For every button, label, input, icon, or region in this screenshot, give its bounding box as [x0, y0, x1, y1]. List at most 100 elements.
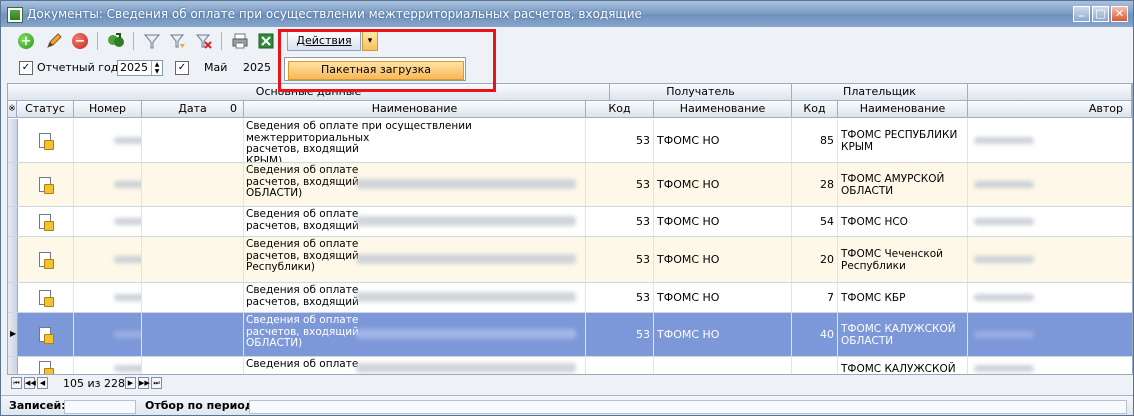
recipient-name-cell[interactable]: ТФОМС НО [654, 119, 792, 162]
table-row[interactable]: Сведения об оплате при осуществлении меж… [8, 119, 1132, 163]
payer-code-cell[interactable] [792, 357, 838, 374]
number-cell[interactable] [74, 313, 142, 356]
payer-code-cell[interactable]: 28 [792, 163, 838, 206]
payer-code-cell[interactable]: 7 [792, 283, 838, 312]
column-header-date[interactable]: Дата 0 [142, 101, 244, 118]
first-page-button[interactable]: ⏮ [11, 377, 22, 389]
table-row[interactable]: Сведения об оплате расчетов, входящий ОБЛА… [8, 163, 1132, 207]
payer-code-cell[interactable]: 54 [792, 207, 838, 236]
date-cell[interactable] [142, 283, 244, 312]
name-cell[interactable]: Сведения об оплате [244, 357, 586, 374]
year-input[interactable]: 2025 ▲ ▼ [117, 60, 163, 76]
column-header-status[interactable]: Статус [17, 101, 74, 118]
status-cell[interactable] [17, 119, 74, 162]
payer-name-cell[interactable]: ТФОМС Чеченской Республики [838, 237, 968, 282]
recipient-code-cell[interactable]: 53 [586, 163, 654, 206]
column-header-author[interactable]: Автор [968, 101, 1132, 118]
recipient-name-cell[interactable]: ТФОМС НО [654, 313, 792, 356]
table-row[interactable]: ▶ Сведения об оплате расчетов, входящий ОБЛ… [8, 313, 1132, 357]
author-cell[interactable] [968, 119, 1132, 162]
name-cell[interactable]: Сведения об оплате расчетов, входящий [244, 207, 586, 236]
status-cell[interactable] [17, 207, 74, 236]
close-button[interactable] [1111, 6, 1128, 22]
name-cell[interactable]: Сведения об оплате расчетов, входящий Респ… [244, 237, 586, 282]
number-cell[interactable] [74, 357, 142, 374]
status-cell[interactable] [17, 163, 74, 206]
status-cell[interactable] [17, 237, 74, 282]
payer-code-cell[interactable]: 40 [792, 313, 838, 356]
author-cell[interactable] [968, 237, 1132, 282]
excel-icon[interactable] [255, 30, 277, 52]
date-cell[interactable] [142, 207, 244, 236]
recipient-code-cell[interactable]: 53 [586, 119, 654, 162]
edit-icon[interactable] [43, 30, 65, 52]
table-row[interactable]: Сведения об оплате расчетов, входящий 53 ТФ… [8, 283, 1132, 313]
delete-icon[interactable]: − [69, 30, 91, 52]
name-cell[interactable]: Сведения об оплате при осуществлении меж… [244, 119, 586, 162]
name-cell[interactable]: Сведения об оплате расчетов, входящий ОБЛА… [244, 313, 586, 356]
add-icon[interactable]: + [15, 30, 37, 52]
column-header-payer-code[interactable]: Код [792, 101, 838, 118]
date-cell[interactable] [142, 119, 244, 162]
month-checkbox[interactable]: ✓ [175, 61, 189, 75]
table-row[interactable]: Сведения об оплате расчетов, входящий Респ… [8, 237, 1132, 283]
payer-code-cell[interactable]: 85 [792, 119, 838, 162]
recipient-code-cell[interactable]: 53 [586, 237, 654, 282]
next-record-button[interactable]: ▶ [125, 377, 136, 389]
date-cell[interactable] [142, 313, 244, 356]
column-header-recipient-code[interactable]: Код [586, 101, 654, 118]
number-cell[interactable] [74, 283, 142, 312]
author-cell[interactable] [968, 163, 1132, 206]
author-cell[interactable] [968, 207, 1132, 236]
column-header-number[interactable]: Номер [74, 101, 142, 118]
payer-name-cell[interactable]: ТФОМС КБР [838, 283, 968, 312]
date-cell[interactable] [142, 163, 244, 206]
name-cell[interactable]: Сведения об оплате расчетов, входящий [244, 283, 586, 312]
table-row[interactable]: Сведения об оплате расчетов, входящий 53 ТФ… [8, 207, 1132, 237]
recipient-code-cell[interactable]: 53 [586, 313, 654, 356]
payer-name-cell[interactable]: ТФОМС НСО [838, 207, 968, 236]
author-cell[interactable] [968, 283, 1132, 312]
status-cell[interactable] [17, 283, 74, 312]
recipient-code-cell[interactable] [586, 357, 654, 374]
number-cell[interactable] [74, 119, 142, 162]
refresh-icon[interactable] [105, 30, 127, 52]
maximize-button[interactable] [1092, 6, 1109, 22]
column-header-recipient-name[interactable]: Наименование [654, 101, 792, 118]
date-cell[interactable] [142, 237, 244, 282]
name-cell[interactable]: Сведения об оплате расчетов, входящий ОБЛА… [244, 163, 586, 206]
filter-clear-icon[interactable] [193, 30, 215, 52]
recipient-name-cell[interactable]: ТФОМС НО [654, 163, 792, 206]
filter-icon[interactable] [141, 30, 163, 52]
number-cell[interactable] [74, 163, 142, 206]
next-page-button[interactable]: ▶▶ [138, 377, 150, 389]
table-row[interactable]: Сведения об оплате ТФОМС КАЛУЖСКОЙ [8, 357, 1132, 374]
payer-code-cell[interactable]: 20 [792, 237, 838, 282]
recipient-name-cell[interactable]: ТФОМС НО [654, 237, 792, 282]
payer-name-cell[interactable]: ТФОМС КАЛУЖСКОЙ [838, 357, 968, 374]
print-icon[interactable] [229, 30, 251, 52]
status-cell[interactable] [17, 313, 74, 356]
recipient-name-cell[interactable] [654, 357, 792, 374]
recipient-name-cell[interactable]: ТФОМС НО [654, 283, 792, 312]
filter-edit-icon[interactable] [167, 30, 189, 52]
payer-name-cell[interactable]: ТФОМС РЕСПУБЛИКИ КРЫМ [838, 119, 968, 162]
last-page-button[interactable]: ⏭ [151, 377, 162, 389]
month-year-value[interactable]: 2025 [243, 61, 271, 74]
number-cell[interactable] [74, 207, 142, 236]
recipient-name-cell[interactable]: ТФОМС НО [654, 207, 792, 236]
minimize-button[interactable] [1073, 4, 1090, 22]
author-cell[interactable] [968, 357, 1132, 374]
prev-page-button[interactable]: ◀◀ [24, 377, 36, 389]
payer-name-cell[interactable]: ТФОМС КАЛУЖСКОЙ ОБЛАСТИ [838, 313, 968, 356]
month-value[interactable]: Май [204, 61, 227, 74]
prev-record-button[interactable]: ◀ [37, 377, 48, 389]
payer-name-cell[interactable]: ТФОМС АМУРСКОЙ ОБЛАСТИ [838, 163, 968, 206]
recipient-code-cell[interactable]: 53 [586, 283, 654, 312]
year-checkbox[interactable]: ✓ [19, 61, 33, 75]
date-cell[interactable] [142, 357, 244, 374]
column-header-name[interactable]: Наименование [244, 101, 586, 118]
column-header-payer-name[interactable]: Наименование [838, 101, 968, 118]
status-cell[interactable] [17, 357, 74, 374]
year-spinner[interactable]: ▲ ▼ [151, 61, 162, 75]
